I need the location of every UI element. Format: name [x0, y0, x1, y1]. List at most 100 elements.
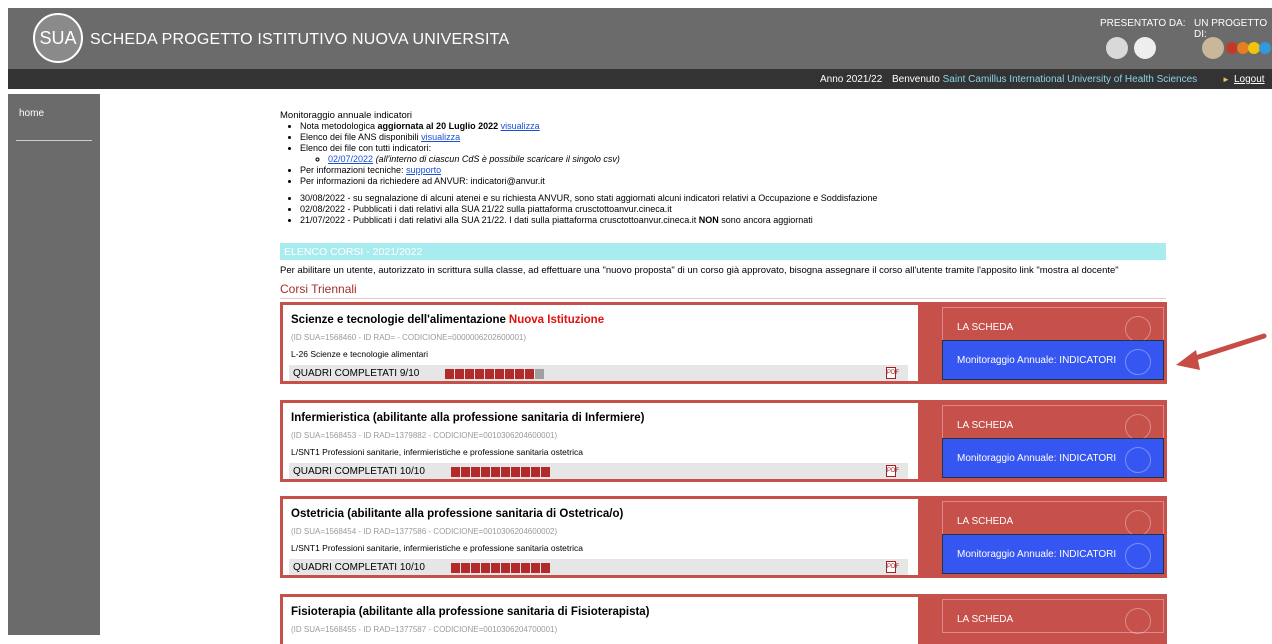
sidebar-divider	[16, 140, 92, 141]
monitoraggio-indicatori-button[interactable]: Monitoraggio Annuale: INDICATORI	[942, 438, 1164, 478]
sua-watermark-icon	[1125, 349, 1151, 375]
quadro-complete-block	[511, 467, 520, 477]
presented-by-label: PRESENTATO DA:	[1100, 18, 1186, 29]
quadro-complete-block	[491, 467, 500, 477]
news-item: 30/08/2022 - su segnalazione di alcuni a…	[300, 193, 1170, 204]
sidebar-item-home[interactable]: home	[19, 108, 44, 119]
la-scheda-button[interactable]: LA SCHEDA	[942, 307, 1164, 342]
support-link[interactable]: supporto	[406, 165, 441, 175]
note-item: Per informazioni da richiedere ad ANVUR:…	[300, 176, 1170, 187]
academic-year: Anno 2021/22	[820, 74, 883, 85]
quadro-complete-block	[485, 369, 494, 379]
sua-watermark-icon	[1125, 447, 1151, 473]
course-class: L-26 Scienze e tecnologie alimentari	[291, 349, 429, 359]
quadro-complete-block	[481, 563, 490, 573]
quadro-complete-block	[541, 563, 550, 573]
quadri-blocks	[451, 563, 551, 573]
sua-watermark-icon	[1125, 414, 1151, 440]
la-scheda-button[interactable]: LA SCHEDA	[942, 599, 1164, 634]
quadro-complete-block	[501, 467, 510, 477]
course-name: Ostetricia (abilitante alla professione …	[291, 508, 624, 520]
quadro-complete-block	[471, 563, 480, 573]
quadro-complete-block	[521, 467, 530, 477]
course-name: Infermieristica (abilitante alla profess…	[291, 412, 645, 424]
ans-visualizza-link[interactable]: visualizza	[421, 132, 460, 142]
pdf-icon[interactable]: PDF	[886, 465, 899, 477]
university-name: Saint Camillus International University …	[942, 74, 1198, 85]
logout-link[interactable]: Logout	[1234, 74, 1265, 85]
quadri-blocks	[451, 467, 551, 477]
monitoraggio-indicatori-button[interactable]: Monitoraggio Annuale: INDICATORI	[942, 340, 1164, 380]
welcome-text: Benvenuto Saint Camillus International U…	[892, 74, 1198, 85]
note-item: Elenco dei file ANS disponibili visualiz…	[300, 132, 1170, 143]
course-card: Scienze e tecnologie dell'alimentazione N…	[280, 302, 1167, 384]
quadro-complete-block	[541, 467, 550, 477]
quadro-complete-block	[515, 369, 524, 379]
quadro-incomplete-block	[535, 369, 544, 379]
quadro-complete-block	[525, 369, 534, 379]
quadro-complete-block	[455, 369, 464, 379]
sua-watermark-icon	[1125, 543, 1151, 569]
quadri-label: QUADRI COMPLETATI 9/10	[293, 368, 420, 379]
sua-watermark-icon	[1125, 316, 1151, 342]
annotation-arrow-icon	[1176, 333, 1267, 370]
quadro-complete-block	[471, 467, 480, 477]
course-card: Ostetricia (abilitante alla professione …	[280, 496, 1167, 578]
course-ids: (ID SUA=1568455 - ID RAD=1377587 - CODIC…	[291, 625, 558, 634]
course-name: Scienze e tecnologie dell'alimentazione N…	[291, 314, 605, 326]
course-ids: (ID SUA=1568460 - ID RAD= - CODICIONE=00…	[291, 333, 527, 342]
sidebar: home	[8, 94, 100, 635]
quadri-blocks	[445, 369, 545, 379]
quadro-complete-block	[451, 563, 460, 573]
arrow-right-icon: ►	[1222, 75, 1230, 84]
la-scheda-button[interactable]: LA SCHEDA	[942, 405, 1164, 440]
course-card: Fisioterapia (abilitante alla profession…	[280, 594, 1167, 644]
news-list: 30/08/2022 - su segnalazione di alcuni a…	[290, 193, 1170, 226]
main-content: Monitoraggio annuale indicatori Nota met…	[280, 110, 1170, 644]
quadro-complete-block	[475, 369, 484, 379]
course-name: Fisioterapia (abilitante alla profession…	[291, 606, 650, 618]
quadro-complete-block	[495, 369, 504, 379]
news-item: 21/07/2022 - Pubblicati i dati relativi …	[300, 215, 1170, 226]
quadri-progress: QUADRI COMPLETATI 10/10 PDF	[289, 559, 908, 575]
quadri-label: QUADRI COMPLETATI 10/10	[293, 466, 425, 477]
course-card: Infermieristica (abilitante alla profess…	[280, 400, 1167, 482]
new-institution-badge: Nuova Istituzione	[508, 314, 605, 326]
course-ids: (ID SUA=1568453 - ID RAD=1379882 - CODIC…	[291, 431, 558, 440]
course-class: L/SNT1 Professioni sanitarie, infermieri…	[291, 543, 583, 553]
quadro-complete-block	[491, 563, 500, 573]
quadro-complete-block	[461, 467, 470, 477]
sua-watermark-icon	[1125, 608, 1151, 634]
sua-watermark-icon	[1125, 510, 1151, 536]
pdf-icon[interactable]: PDF	[886, 367, 899, 379]
anvur-logo	[1106, 37, 1128, 59]
note-item: Per informazioni tecniche: supporto	[300, 165, 1170, 176]
quadro-complete-block	[501, 563, 510, 573]
app-title: SCHEDA PROGETTO ISTITUTIVO NUOVA UNIVERS…	[90, 31, 510, 48]
quadro-complete-block	[531, 563, 540, 573]
quadro-complete-block	[505, 369, 514, 379]
quadro-complete-block	[521, 563, 530, 573]
note-subitem: 02/07/2022 (all'interno di ciascun CdS è…	[328, 154, 1170, 165]
app-header: SUA SCHEDA PROGETTO ISTITUTIVO NUOVA UNI…	[8, 8, 1272, 69]
course-class: L/SNT1 Professioni sanitarie, infermieri…	[291, 447, 583, 457]
user-bar: Anno 2021/22 Benvenuto Saint Camillus In…	[8, 69, 1272, 89]
quadri-progress: QUADRI COMPLETATI 10/10 PDF	[289, 463, 908, 479]
monitoring-notes: Monitoraggio annuale indicatori Nota met…	[280, 110, 1170, 226]
sua-logo: SUA	[33, 13, 83, 63]
nota-visualizza-link[interactable]: visualizza	[501, 121, 540, 131]
monitoraggio-indicatori-button[interactable]: Monitoraggio Annuale: INDICATORI	[942, 534, 1164, 574]
note-item: Elenco dei file con tutti indicatori: 02…	[300, 143, 1170, 165]
notes-title: Monitoraggio annuale indicatori	[280, 110, 413, 121]
quadro-complete-block	[481, 467, 490, 477]
pdf-icon[interactable]: PDF	[886, 561, 899, 573]
quadro-complete-block	[531, 467, 540, 477]
course-ids: (ID SUA=1568454 - ID RAD=1377586 - CODIC…	[291, 527, 558, 536]
miur-emblem-icon	[1202, 37, 1224, 59]
section-title: Corsi Triennali	[280, 282, 357, 296]
news-item: 02/08/2022 - Pubblicati i dati relativi …	[300, 204, 1170, 215]
quadri-progress: QUADRI COMPLETATI 9/10 PDF	[289, 365, 908, 381]
date-file-link[interactable]: 02/07/2022	[328, 154, 373, 164]
la-scheda-button[interactable]: LA SCHEDA	[942, 501, 1164, 536]
quadro-complete-block	[451, 467, 460, 477]
